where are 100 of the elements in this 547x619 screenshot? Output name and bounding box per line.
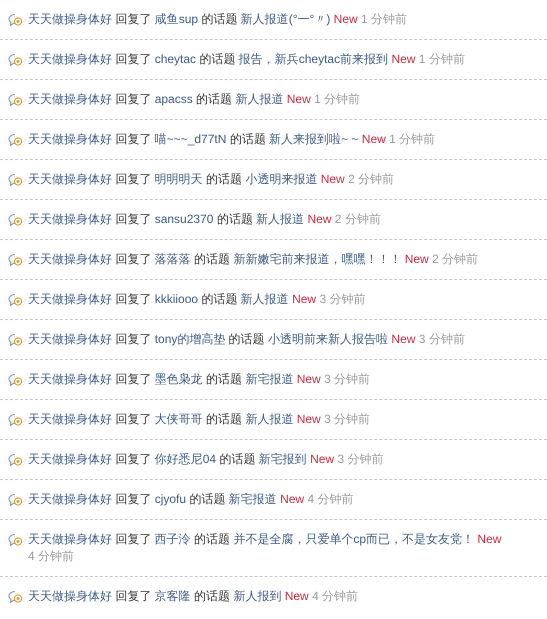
comment-bubble-icon [8, 453, 23, 467]
time-text: 1 分钟前 [314, 92, 360, 106]
new-label: New [362, 132, 386, 146]
author-link[interactable]: 你好悉尼04 [154, 452, 216, 466]
author-link[interactable]: 大侠哥哥 [154, 412, 203, 426]
comment-bubble-icon [8, 293, 23, 307]
author-link[interactable]: cjyofu [154, 492, 186, 506]
action-text: 回复了 [115, 252, 152, 266]
topic-link[interactable]: 新人报道 [240, 292, 289, 306]
topic-label: 的话题 [189, 492, 226, 506]
time-text: 1 分钟前 [418, 52, 465, 66]
user-link[interactable]: 天天做操身体好 [28, 412, 112, 426]
topic-link[interactable]: 新新嫩宅前来报道，嘿嘿！！！ [233, 252, 402, 266]
user-link[interactable]: 天天做操身体好 [28, 92, 112, 106]
new-label: New [391, 52, 416, 66]
new-label: New [292, 292, 316, 306]
author-link[interactable]: 咸鱼sup [154, 12, 198, 26]
comment-bubble-icon [8, 533, 23, 547]
topic-link[interactable]: 新人报道 [235, 92, 284, 106]
action-text: 回复了 [115, 452, 152, 466]
user-link[interactable]: 天天做操身体好 [28, 12, 112, 26]
author-link[interactable]: kkkiiooo [154, 292, 198, 306]
user-link[interactable]: 天天做操身体好 [28, 532, 112, 546]
comment-bubble-icon [8, 253, 23, 267]
time-text: 1 分钟前 [389, 132, 436, 146]
topic-link[interactable]: 新人来报到啦~ ~ [269, 132, 358, 146]
topic-label: 的话题 [228, 332, 265, 346]
action-text: 回复了 [115, 132, 152, 146]
time-text: 3 分钟前 [324, 412, 370, 426]
topic-label: 的话题 [206, 372, 242, 386]
author-link[interactable]: 喵~~~_d77tN [154, 132, 226, 146]
time-text: 2 分钟前 [334, 212, 381, 226]
user-link[interactable]: 天天做操身体好 [28, 292, 112, 306]
action-text: 回复了 [115, 12, 152, 26]
new-label: New [391, 332, 416, 346]
topic-link[interactable]: 小透明前来新人报告啦 [268, 332, 388, 346]
new-label: New [296, 412, 321, 426]
topic-label: 的话题 [219, 452, 256, 466]
author-link[interactable]: apacss [154, 92, 193, 106]
author-link[interactable]: sansu2370 [154, 212, 214, 226]
topic-link[interactable]: 新人报道(°一°〃) [240, 12, 330, 26]
topic-label: 的话题 [194, 532, 230, 546]
new-label: New [286, 92, 311, 106]
action-text: 回复了 [115, 589, 152, 603]
user-link[interactable]: 天天做操身体好 [28, 212, 112, 226]
topic-link[interactable]: 小透明来报道 [245, 172, 318, 186]
comment-bubble-icon [8, 53, 23, 67]
author-link[interactable]: 西子泠 [154, 532, 191, 546]
topic-label: 的话题 [194, 252, 230, 266]
user-link[interactable]: 天天做操身体好 [28, 132, 112, 146]
action-text: 回复了 [115, 332, 152, 346]
topic-link[interactable]: 并不是全腐，只爱单个cp而已，不是女友党！ [233, 532, 474, 546]
comment-bubble-icon [8, 413, 23, 427]
topic-link[interactable]: 新宅报道 [228, 492, 277, 506]
user-link[interactable]: 天天做操身体好 [28, 172, 112, 186]
topic-link[interactable]: 报告，新兵cheytac前来报到 [238, 52, 388, 66]
action-text: 回复了 [115, 492, 152, 506]
comment-bubble-icon [8, 213, 23, 227]
topic-link[interactable]: 新人报道 [256, 212, 304, 226]
author-link[interactable]: 明明明天 [154, 172, 203, 186]
author-link[interactable]: cheytac [154, 52, 196, 66]
new-label: New [320, 172, 345, 186]
new-label: New [477, 532, 502, 546]
action-text: 回复了 [115, 532, 152, 546]
user-link[interactable]: 天天做操身体好 [28, 452, 112, 466]
comment-bubble-icon [8, 133, 23, 147]
new-label: New [280, 492, 304, 506]
action-text: 回复了 [115, 52, 152, 66]
topic-link[interactable]: 新宅报道 [245, 372, 294, 386]
topic-label: 的话题 [199, 52, 236, 66]
topic-label: 的话题 [230, 132, 266, 146]
time-text: 2 分钟前 [348, 172, 394, 186]
author-link[interactable]: tony的增高垫 [154, 332, 226, 346]
topic-link[interactable]: 新宅报到 [258, 452, 307, 466]
author-link[interactable]: 京客隆 [154, 589, 191, 603]
new-label: New [404, 252, 429, 266]
time-text: 4 分钟前 [312, 589, 358, 603]
time-text: 3 分钟前 [324, 372, 370, 386]
topic-link[interactable]: 新人报道 [245, 412, 294, 426]
user-link[interactable]: 天天做操身体好 [28, 52, 112, 66]
time-text: 4 分钟前 [307, 492, 354, 506]
comment-bubble-icon [8, 333, 23, 347]
user-link[interactable]: 天天做操身体好 [28, 252, 112, 266]
topic-label: 的话题 [206, 172, 242, 186]
comment-bubble-icon [8, 590, 23, 604]
author-link[interactable]: 落落落 [154, 252, 191, 266]
user-link[interactable]: 天天做操身体好 [28, 589, 112, 603]
comment-bubble-icon [8, 493, 23, 507]
user-link[interactable]: 天天做操身体好 [28, 492, 112, 506]
topic-link[interactable]: 新人报到 [233, 589, 282, 603]
user-link[interactable]: 天天做操身体好 [28, 372, 112, 386]
time-text: 3 分钟前 [418, 332, 465, 346]
comment-bubble-icon [8, 173, 23, 187]
action-text: 回复了 [115, 412, 152, 426]
author-link[interactable]: 墨色枭龙 [154, 372, 203, 386]
time-text: 2 分钟前 [432, 252, 478, 266]
new-label: New [296, 372, 321, 386]
user-link[interactable]: 天天做操身体好 [28, 332, 112, 346]
comment-bubble-icon [8, 13, 23, 27]
action-text: 回复了 [115, 212, 152, 226]
